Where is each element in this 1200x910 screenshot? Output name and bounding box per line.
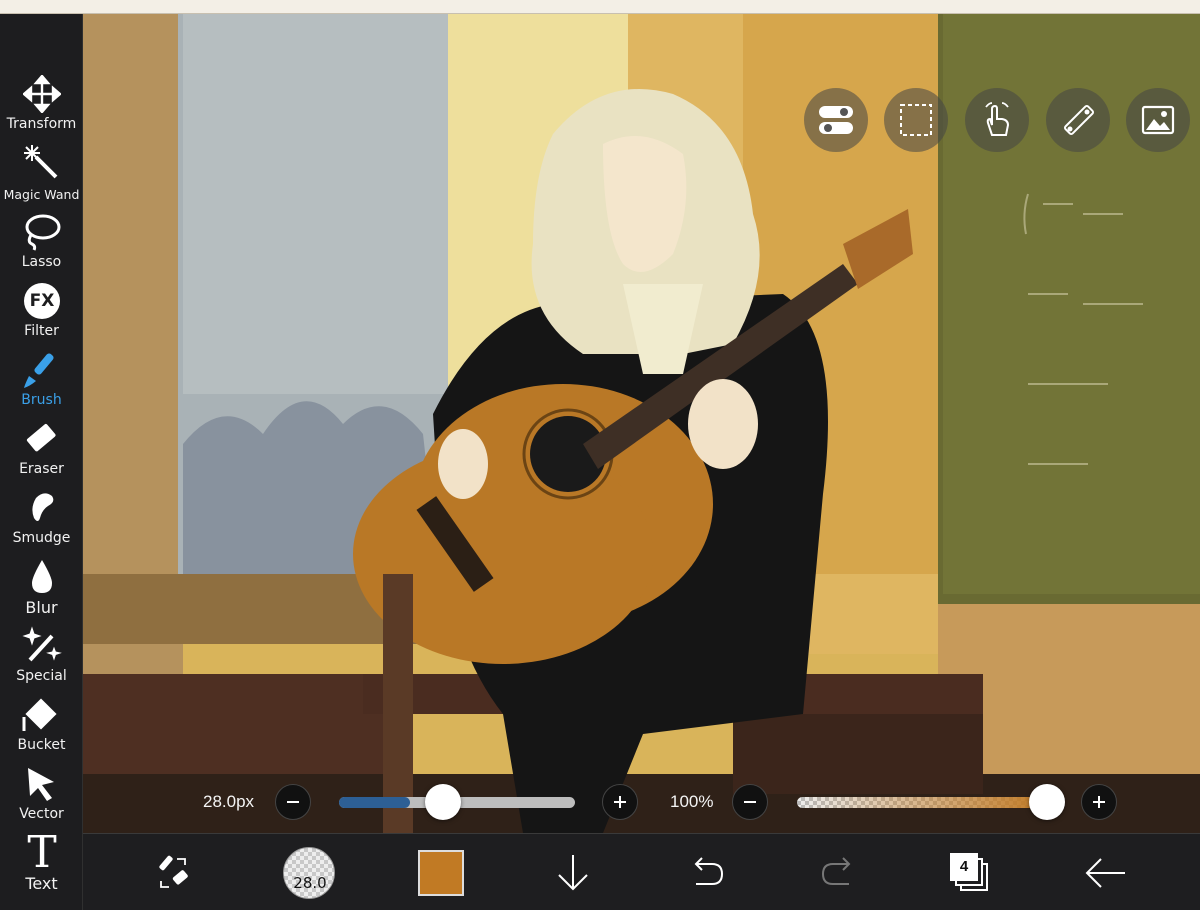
layers-button[interactable]: 4 — [940, 834, 1000, 910]
selection-button[interactable] — [884, 88, 948, 152]
gesture-button[interactable] — [965, 88, 1029, 152]
tool-label: Bucket — [17, 737, 66, 753]
swap-tool-button[interactable] — [143, 834, 203, 910]
redo-button[interactable] — [809, 834, 869, 910]
brush-icon — [22, 350, 62, 390]
brush-size-slider-knob[interactable] — [424, 784, 461, 820]
redo-icon — [821, 856, 851, 885]
selection-marquee-icon — [900, 104, 932, 136]
brush-preview-button[interactable]: 28.0 — [279, 834, 339, 910]
color-swatch-button[interactable] — [411, 834, 471, 910]
opacity-slider-knob[interactable] — [1029, 784, 1065, 820]
minus-icon — [744, 801, 756, 803]
brush-preview-value: 28.0 — [293, 873, 327, 892]
tool-label: Eraser — [19, 461, 64, 477]
tool-special[interactable]: Special — [0, 624, 83, 692]
tool-eraser[interactable]: Eraser — [0, 417, 83, 485]
tool-lasso[interactable]: Lasso — [0, 210, 83, 278]
opacity-increase-button[interactable] — [1081, 784, 1117, 820]
tool-label: Vector — [19, 806, 64, 822]
smudge-finger-icon — [22, 488, 62, 528]
cursor-arrow-icon — [22, 764, 62, 804]
opacity-value: 100% — [670, 792, 714, 811]
ruler-button[interactable] — [1046, 88, 1110, 152]
top-status-strip — [0, 0, 1200, 14]
tool-label: Smudge — [12, 530, 71, 546]
painting-artwork — [83, 14, 1200, 833]
toggle-button[interactable] — [804, 88, 868, 152]
tool-bucket[interactable]: Bucket — [0, 693, 83, 761]
tool-blur[interactable]: Blur — [0, 555, 83, 623]
current-color-swatch — [418, 849, 464, 896]
tool-label: Blur — [25, 598, 58, 617]
move-arrows-icon — [22, 74, 62, 114]
brush-size-value: 28.0px — [203, 792, 255, 811]
arrow-down-icon — [558, 854, 588, 890]
tool-label: Text — [25, 874, 58, 893]
minus-icon — [287, 801, 299, 803]
tool-label: Transform — [6, 116, 77, 132]
drawing-canvas[interactable] — [83, 14, 1200, 833]
tool-label: Filter — [24, 323, 59, 339]
brush-size-slider-fill — [339, 797, 410, 808]
tool-label: Special — [16, 668, 67, 684]
eraser-icon — [22, 419, 62, 459]
tool-label: Magic Wand — [3, 187, 80, 202]
back-button[interactable] — [1075, 834, 1135, 910]
bottom-toolbar: 28.0 4 — [83, 833, 1200, 910]
brush-size-increase-button[interactable] — [602, 784, 638, 820]
brush-preview: 28.0 — [283, 846, 335, 899]
tool-smudge[interactable]: Smudge — [0, 486, 83, 554]
tool-transform[interactable]: Transform — [0, 72, 83, 140]
plus-icon — [614, 796, 626, 808]
layer-count: 4 — [950, 852, 978, 881]
lasso-icon — [22, 212, 62, 252]
tool-brush[interactable]: Brush — [0, 348, 83, 416]
layers-icon: 4 — [950, 852, 990, 893]
image-reference-icon — [1141, 105, 1175, 135]
bucket-icon — [22, 695, 62, 735]
reference-image-button[interactable] — [1126, 88, 1190, 152]
tool-label: Lasso — [21, 254, 62, 270]
tool-vector[interactable]: Vector — [0, 762, 83, 830]
tool-sidebar: Transform Magic Wand Lasso FX Filter Bru… — [0, 14, 83, 910]
sparkle-wand-icon — [22, 626, 62, 666]
swap-brush-eraser-icon — [159, 855, 188, 888]
fx-icon: FX — [22, 281, 62, 321]
brush-size-decrease-button[interactable] — [275, 784, 311, 820]
tool-text[interactable]: T Text — [0, 831, 83, 899]
plus-icon — [1093, 796, 1105, 808]
magic-wand-icon — [22, 143, 62, 183]
tool-filter[interactable]: FX Filter — [0, 279, 83, 347]
opacity-slider-track[interactable] — [797, 797, 1047, 808]
undo-button[interactable] — [676, 834, 736, 910]
undo-icon — [694, 856, 724, 885]
text-t-icon: T — [27, 827, 57, 878]
gesture-hand-icon — [985, 102, 1010, 136]
arrow-left-icon — [1085, 857, 1125, 888]
tool-label: Brush — [21, 392, 62, 408]
toggle-icon — [819, 106, 853, 134]
tool-magic-wand[interactable]: Magic Wand — [0, 141, 83, 209]
ruler-icon — [1063, 104, 1095, 136]
layer-down-button[interactable] — [543, 834, 603, 910]
opacity-decrease-button[interactable] — [732, 784, 768, 820]
drop-icon — [22, 557, 62, 597]
